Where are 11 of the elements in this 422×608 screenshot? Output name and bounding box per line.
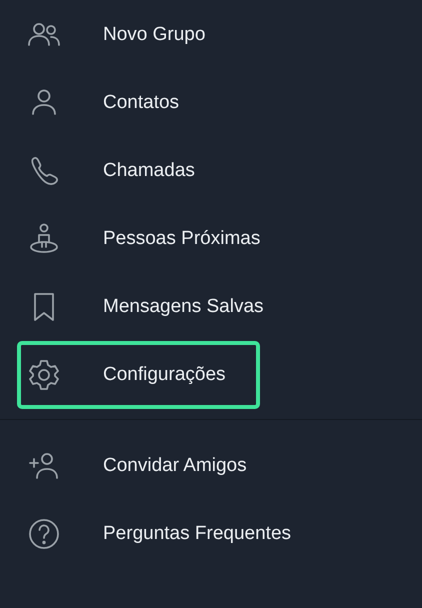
- menu-item[interactable]: Novo Grupo: [17, 1, 240, 69]
- menu-item[interactable]: Mensagens Salvas: [17, 273, 298, 341]
- menu-item[interactable]: Pessoas Próximas: [17, 205, 294, 273]
- menu-item[interactable]: Perguntas Frequentes: [17, 500, 326, 568]
- menu-item[interactable]: Configurações: [17, 341, 260, 409]
- menu-item[interactable]: Chamadas: [17, 137, 229, 205]
- settings-icon: [27, 358, 61, 392]
- menu-item[interactable]: Contatos: [17, 69, 214, 137]
- person-on-circle-icon: [27, 222, 61, 256]
- menu-item[interactable]: Convidar Amigos: [17, 432, 281, 500]
- help-icon: [27, 517, 61, 551]
